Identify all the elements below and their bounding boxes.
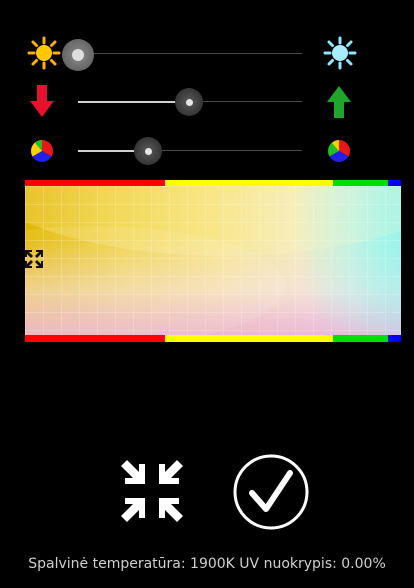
- collapse-icon: [121, 460, 183, 522]
- color-balance-slider-thumb[interactable]: [134, 137, 162, 165]
- brightness-slider-track[interactable]: [78, 53, 302, 54]
- brightness-low-icon[interactable]: [27, 36, 61, 70]
- spectrum-band-bottom: [25, 335, 401, 342]
- confirm-button[interactable]: [232, 453, 310, 531]
- color-balance-track-empty[interactable]: [148, 150, 302, 151]
- brightness-high-icon[interactable]: [323, 36, 357, 70]
- brightness-slider-thumb[interactable]: [62, 39, 94, 71]
- crosshair-cursor-icon[interactable]: [25, 250, 43, 268]
- color-wheel-icon[interactable]: [30, 139, 54, 163]
- uv-offset-track-filled[interactable]: [78, 101, 188, 103]
- arrow-down-icon[interactable]: [30, 85, 54, 117]
- color-temperature-field[interactable]: [25, 186, 401, 335]
- checkmark-icon: [233, 454, 309, 530]
- band-yellow: [165, 335, 333, 342]
- band-red: [25, 335, 165, 342]
- band-green: [333, 335, 388, 342]
- color-wheel-icon-right[interactable]: [327, 139, 351, 163]
- arrow-up-icon[interactable]: [327, 86, 351, 118]
- uv-offset-slider-thumb[interactable]: [175, 88, 203, 116]
- band-blue: [388, 335, 401, 342]
- field-grid: [25, 186, 401, 335]
- uv-offset-track-empty[interactable]: [188, 101, 302, 102]
- status-text: Spalvinė temperatūra: 1900K UV nuokrypis…: [28, 556, 386, 572]
- collapse-arrows-button[interactable]: [117, 456, 187, 526]
